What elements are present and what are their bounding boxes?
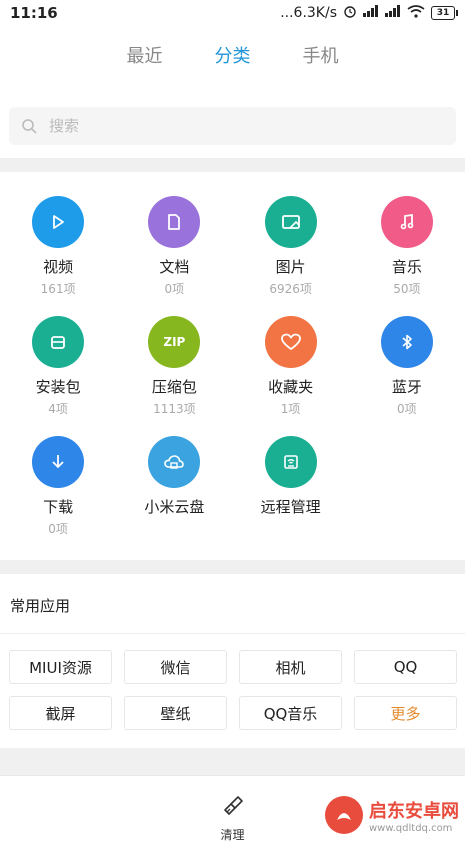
wifi-icon bbox=[407, 4, 425, 22]
common-apps-title: 常用应用 bbox=[10, 597, 71, 615]
document-icon bbox=[148, 196, 201, 248]
category-count: 0项 bbox=[397, 402, 417, 416]
play-icon bbox=[32, 196, 85, 248]
search-input[interactable] bbox=[47, 116, 431, 136]
category-count: 1项 bbox=[280, 402, 301, 416]
category-count: 6926项 bbox=[269, 282, 312, 296]
app-miui-resources[interactable]: MIUI资源 bbox=[9, 650, 112, 684]
app-camera[interactable]: 相机 bbox=[239, 650, 342, 684]
heart-icon bbox=[264, 316, 317, 368]
app-qq-music[interactable]: QQ音乐 bbox=[239, 696, 342, 730]
category-grid: 视频 161项 文档 0项 图片 6926项 音乐 50项 安装包 4项 ZIP… bbox=[0, 190, 465, 550]
category-count: 161项 bbox=[40, 282, 76, 296]
category-label: 文档 bbox=[159, 258, 190, 276]
search-icon bbox=[21, 118, 37, 134]
clean-label: 清理 bbox=[220, 828, 245, 842]
category-label: 音乐 bbox=[391, 258, 422, 276]
category-image[interactable]: 图片 6926项 bbox=[233, 190, 349, 310]
category-video[interactable]: 视频 161项 bbox=[0, 190, 116, 310]
category-remote[interactable]: 远程管理 bbox=[233, 430, 349, 550]
category-label: 蓝牙 bbox=[391, 378, 422, 396]
section-divider bbox=[0, 158, 465, 172]
tab-recent[interactable]: 最近 bbox=[127, 42, 163, 78]
category-label: 小米云盘 bbox=[144, 498, 205, 516]
bluetooth-icon bbox=[380, 316, 433, 368]
app-qq[interactable]: QQ bbox=[354, 650, 457, 684]
category-label: 收藏夹 bbox=[268, 378, 314, 396]
tab-category[interactable]: 分类 bbox=[215, 42, 251, 78]
section-divider bbox=[0, 748, 465, 775]
status-icons: ...6.3K/s 31 bbox=[280, 4, 458, 22]
category-music[interactable]: 音乐 50项 bbox=[349, 190, 465, 310]
more-button[interactable]: 更多 bbox=[354, 696, 457, 730]
category-bluetooth[interactable]: 蓝牙 0项 bbox=[349, 310, 465, 430]
watermark: 启东安卓网 www.qdltdq.com bbox=[325, 796, 459, 834]
category-label: 视频 bbox=[43, 258, 74, 276]
signal-icon bbox=[363, 5, 379, 21]
category-count: 0项 bbox=[164, 282, 185, 296]
category-download[interactable]: 下载 0项 bbox=[0, 430, 116, 550]
divider bbox=[0, 633, 465, 634]
category-label: 安装包 bbox=[35, 378, 81, 396]
battery-icon: 31 bbox=[431, 6, 458, 20]
category-zip[interactable]: ZIP 压缩包 1113项 bbox=[116, 310, 232, 430]
broom-icon bbox=[221, 794, 245, 822]
category-document[interactable]: 文档 0项 bbox=[116, 190, 232, 310]
category-apk[interactable]: 安装包 4项 bbox=[0, 310, 116, 430]
category-cloud[interactable]: 小米云盘 bbox=[116, 430, 232, 550]
app-wallpaper[interactable]: 壁纸 bbox=[124, 696, 227, 730]
category-count: 4项 bbox=[48, 402, 68, 416]
watermark-title: 启东安卓网 bbox=[369, 800, 459, 822]
section-divider bbox=[0, 560, 465, 574]
watermark-logo-icon bbox=[325, 796, 363, 834]
category-label: 下载 bbox=[43, 498, 74, 516]
signal-hd-icon bbox=[385, 5, 401, 21]
category-label: 远程管理 bbox=[260, 498, 321, 516]
status-time: 11:16 bbox=[10, 4, 58, 22]
category-count: 0项 bbox=[48, 522, 68, 536]
tab-phone[interactable]: 手机 bbox=[303, 42, 339, 78]
cloud-icon bbox=[148, 436, 201, 488]
status-bar: 11:16 ...6.3K/s 31 bbox=[0, 0, 465, 26]
category-count: 1113项 bbox=[153, 402, 196, 416]
category-label: 压缩包 bbox=[151, 378, 197, 396]
category-label: 图片 bbox=[275, 258, 306, 276]
common-apps-grid: MIUI资源 微信 相机 QQ 截屏 壁纸 QQ音乐 更多 bbox=[9, 650, 459, 730]
alarm-icon bbox=[343, 4, 357, 22]
top-tabs: 最近 分类 手机 bbox=[0, 42, 465, 78]
package-icon bbox=[32, 316, 85, 368]
zip-icon: ZIP bbox=[148, 316, 201, 368]
network-speed: ...6.3K/s bbox=[280, 5, 337, 21]
category-count: 50项 bbox=[393, 282, 421, 296]
bottom-bar: 清理 启东安卓网 www.qdltdq.com bbox=[0, 775, 465, 844]
category-favorites[interactable]: 收藏夹 1项 bbox=[233, 310, 349, 430]
app-screenshot[interactable]: 截屏 bbox=[9, 696, 112, 730]
music-icon bbox=[380, 196, 433, 248]
search-bar[interactable] bbox=[9, 107, 456, 145]
image-icon bbox=[264, 196, 317, 248]
remote-icon bbox=[264, 436, 317, 488]
download-icon bbox=[32, 436, 85, 488]
app-wechat[interactable]: 微信 bbox=[124, 650, 227, 684]
watermark-url: www.qdltdq.com bbox=[369, 822, 453, 834]
